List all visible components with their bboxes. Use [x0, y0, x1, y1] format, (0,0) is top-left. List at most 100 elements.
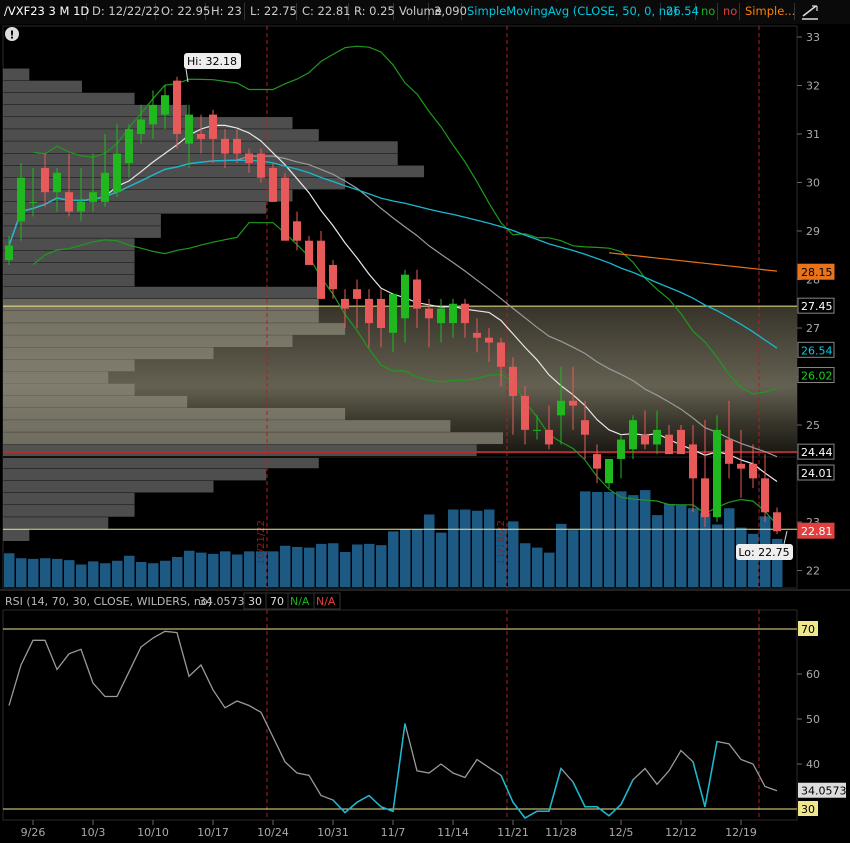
candle-body [41, 167, 49, 193]
horizontal-levels [3, 305, 797, 530]
candle-body [209, 114, 217, 139]
price-badge [797, 367, 835, 384]
sma50-flag-1: no [697, 3, 718, 20]
volume-bar [652, 515, 663, 587]
volume-profile-bar [3, 92, 135, 105]
volume-profile-bar [3, 371, 109, 384]
volume-profile-bar [3, 298, 319, 311]
hi-callout: Hi: 32.18 [184, 53, 241, 83]
volume-profile-bar [3, 480, 214, 493]
candle-body [281, 177, 289, 241]
volume-bar [292, 547, 303, 587]
price-badge [797, 341, 835, 358]
volume-bar [616, 491, 627, 587]
volume-bar [412, 529, 423, 587]
candle-body [749, 463, 757, 479]
price-badge-label: 24.44 [801, 446, 833, 459]
alert-icon[interactable]: ! [5, 27, 19, 42]
open-label: O: 22.95 [157, 3, 210, 20]
price-chart[interactable]: 10/21/22 11/18/22 33323130292827262524232… [0, 0, 850, 843]
candle-body [653, 429, 661, 445]
date-tick-label: 10/17 [197, 826, 229, 839]
volume-bar [520, 543, 531, 587]
volume-bar [604, 492, 615, 587]
volume-bar [544, 552, 555, 587]
rsi-study-label[interactable]: RSI (14, 70, 30, CLOSE, WILDERS, no) [5, 595, 212, 608]
volume-profile-bar [3, 141, 398, 153]
candle-body [533, 429, 541, 431]
date-tick-label: 11/21 [497, 826, 529, 839]
rsi-badge [798, 801, 818, 816]
value-area-band [3, 306, 797, 453]
volume-bar [568, 530, 579, 587]
candle-body [113, 153, 121, 193]
volume-profile-bar [3, 177, 346, 190]
candle-body [545, 429, 553, 445]
candle-body [161, 95, 169, 115]
price-tick-label: 23 [806, 516, 820, 529]
volume-bar [700, 512, 711, 587]
volume-profile-bar [3, 165, 425, 178]
svg-text:!: ! [9, 29, 14, 42]
candle-body [437, 308, 445, 324]
candle-body [101, 172, 109, 202]
candle-body [521, 395, 529, 430]
price-badge-label: 26.02 [801, 370, 833, 383]
symbol-label[interactable]: /VXF23 3 M 1D [0, 3, 89, 20]
price-tick-label: 22 [806, 565, 820, 578]
volume-bar [184, 550, 195, 587]
price-tick-label: 33 [806, 31, 820, 44]
bollinger-upper [32, 45, 778, 395]
volume-bar [556, 523, 567, 587]
sma50-label[interactable]: SimpleMovingAvg (CLOSE, 50, 0, no) [463, 3, 678, 20]
volume-profile-bar [3, 80, 82, 93]
candle-body [629, 420, 637, 450]
volume-profile-bar [3, 432, 503, 444]
high-label: H: 23 [207, 3, 245, 20]
volume-profile-bar [3, 395, 188, 408]
volume-profile-bar [3, 238, 135, 250]
candle-body [581, 420, 589, 435]
volume-bar [496, 528, 507, 587]
volume-bar [388, 531, 399, 587]
rsi-oversold-segment [332, 723, 718, 819]
volume-bars [4, 490, 783, 587]
rsi-lines [3, 628, 797, 819]
volume-profile [3, 68, 503, 541]
volume-profile-bar [3, 456, 319, 469]
volume-profile-bar [3, 129, 319, 141]
chart-tools-icon[interactable] [800, 3, 820, 21]
candle-body [569, 400, 577, 406]
candle-body [65, 192, 73, 212]
candle-body [173, 80, 181, 134]
volume-bar [196, 552, 207, 587]
sma-next-label[interactable]: Simple... [741, 3, 795, 20]
volume-bar [508, 521, 519, 587]
price-tick-label: 31 [806, 128, 820, 141]
candle-body [77, 201, 85, 212]
volume-bar [76, 564, 87, 587]
candle-body [593, 454, 601, 469]
candle-body [341, 298, 349, 309]
range-label: R: 0.25 [350, 3, 395, 20]
volume-bar [352, 544, 363, 587]
volume-profile-bar [3, 359, 135, 372]
volume-bar [256, 551, 267, 587]
volume-bar [724, 508, 735, 587]
trend-line-icon [802, 5, 818, 20]
candle-body [473, 332, 481, 338]
volume-bar [340, 552, 351, 587]
candles [5, 76, 781, 535]
sma-9 [8, 124, 778, 482]
candle-body [737, 463, 745, 469]
volume-profile-bar [3, 347, 214, 360]
volume-bar [208, 553, 219, 587]
volume-bar [580, 491, 591, 587]
date-tick-label: 10/10 [137, 826, 169, 839]
axes: 33 32 31 30 29 28 27 26 25 24 23 22 60 50 40 9/26 10/3 10… [21, 31, 820, 839]
rsi-value: 34.0573 [199, 595, 245, 608]
candle-body [53, 172, 61, 193]
rsi-level-70: 70 [270, 595, 284, 608]
volume-bar [472, 510, 483, 587]
sma50-value: 26.54 [662, 3, 699, 20]
